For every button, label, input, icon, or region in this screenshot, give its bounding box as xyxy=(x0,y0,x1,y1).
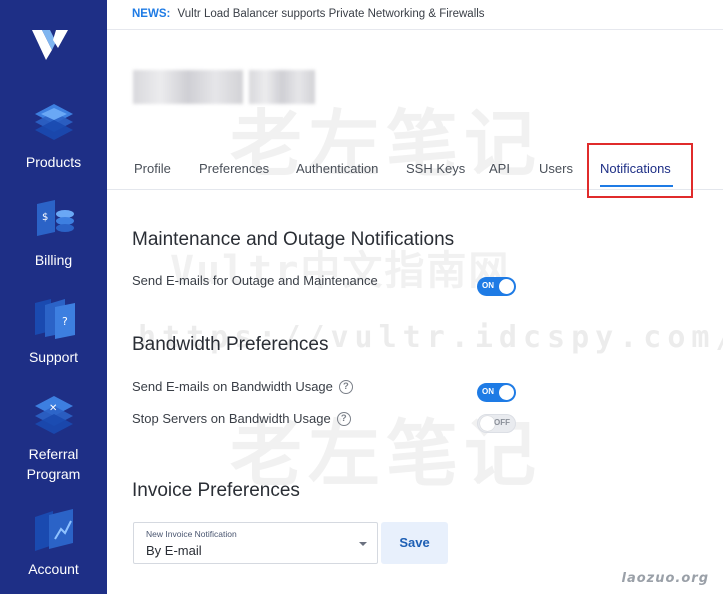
outage-emails-toggle[interactable]: ON xyxy=(477,277,516,296)
sidebar-item-label: Billing xyxy=(34,252,73,268)
toggle-state-text: OFF xyxy=(494,418,510,427)
sidebar-item-label: Support xyxy=(28,349,79,365)
svg-text:?: ? xyxy=(62,315,68,328)
toggle-state-text: ON xyxy=(482,281,494,290)
products-icon xyxy=(34,104,73,140)
news-label: NEWS: xyxy=(132,8,171,20)
select-value: By E-mail xyxy=(146,543,202,558)
tab-ssh-keys[interactable]: SSH Keys xyxy=(406,161,465,176)
svg-text:$: $ xyxy=(42,212,48,223)
bandwidth-emails-toggle[interactable]: ON xyxy=(477,383,516,402)
vultr-logo[interactable] xyxy=(32,26,72,62)
news-text[interactable]: Vultr Load Balancer supports Private Net… xyxy=(178,8,485,20)
help-icon[interactable]: ? xyxy=(338,379,353,394)
annotation-highlight-box xyxy=(587,143,693,198)
sidebar-item-label: Referral Program xyxy=(26,446,81,482)
help-icon[interactable]: ? xyxy=(336,411,351,426)
invoice-notification-select[interactable]: New Invoice Notification By E-mail xyxy=(133,522,378,564)
billing-icon: $ xyxy=(36,200,74,236)
tab-authentication[interactable]: Authentication xyxy=(296,161,378,176)
sidebar-item-billing[interactable]: $ Billing xyxy=(0,198,107,270)
referral-icon: ✕ xyxy=(34,396,73,434)
sidebar-item-label: Products xyxy=(25,154,82,170)
svg-text:✕: ✕ xyxy=(49,403,57,414)
chevron-down-icon xyxy=(359,542,367,546)
maintenance-section-title: Maintenance and Outage Notifications xyxy=(132,229,455,250)
outage-emails-label: Send E-mails for Outage and Maintenance xyxy=(132,273,378,288)
select-label: New Invoice Notification xyxy=(146,529,237,539)
sidebar-item-products[interactable]: Products xyxy=(0,100,107,172)
bandwidth-emails-text: Send E-mails on Bandwidth Usage xyxy=(132,379,333,394)
toggle-knob xyxy=(499,385,514,400)
watermark-site: laozuo.org xyxy=(621,571,709,586)
sidebar-item-support[interactable]: ? Support xyxy=(0,295,107,367)
toggle-state-text: ON xyxy=(482,387,494,396)
tab-preferences[interactable]: Preferences xyxy=(199,161,269,176)
tab-api[interactable]: API xyxy=(489,161,510,176)
bandwidth-section-title: Bandwidth Preferences xyxy=(132,334,329,355)
toggle-knob xyxy=(499,279,514,294)
news-bar[interactable]: NEWS: Vultr Load Balancer supports Priva… xyxy=(107,0,723,30)
sidebar-item-account[interactable]: Account xyxy=(0,507,107,579)
bandwidth-emails-label: Send E-mails on Bandwidth Usage ? xyxy=(132,379,353,394)
save-button[interactable]: Save xyxy=(381,522,448,564)
account-name-redacted xyxy=(133,70,318,104)
tab-profile[interactable]: Profile xyxy=(134,161,171,176)
stop-servers-text: Stop Servers on Bandwidth Usage xyxy=(132,411,331,426)
invoice-section-title: Invoice Preferences xyxy=(132,480,300,501)
toggle-knob xyxy=(480,416,495,431)
account-icon xyxy=(34,509,73,551)
stop-servers-toggle[interactable]: OFF xyxy=(477,414,516,433)
sidebar-item-referral[interactable]: ✕ Referral Program xyxy=(0,392,107,484)
outage-emails-text: Send E-mails for Outage and Maintenance xyxy=(132,273,378,288)
tab-users[interactable]: Users xyxy=(539,161,573,176)
sidebar-item-label: Account xyxy=(28,561,79,577)
sidebar: Products $ Billing ? Support ✕ Referral … xyxy=(0,0,107,594)
stop-servers-label: Stop Servers on Bandwidth Usage ? xyxy=(132,411,351,426)
support-icon: ? xyxy=(34,299,75,339)
